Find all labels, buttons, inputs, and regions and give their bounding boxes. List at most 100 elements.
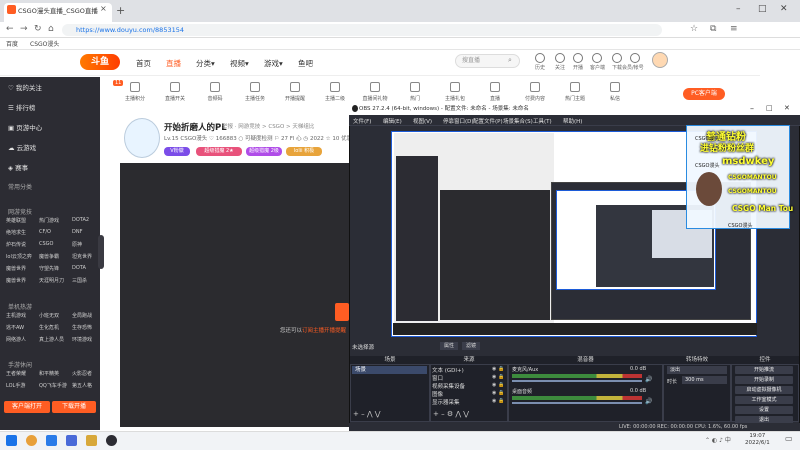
download-stream-button[interactable]: 下载开播: [52, 401, 96, 413]
star-icon[interactable]: ☆: [690, 24, 698, 34]
obs-menu-item[interactable]: 工具(T): [533, 117, 552, 125]
open-client-button[interactable]: 客户端打开: [4, 401, 50, 413]
transition-select[interactable]: 淡出: [667, 366, 727, 374]
maximize-button[interactable]: □: [758, 4, 767, 14]
sidebar-game-link[interactable]: 绝地求生: [6, 229, 26, 236]
mixer-desktop-speaker-icon[interactable]: 🔊: [645, 398, 652, 405]
obs-maximize-button[interactable]: □: [766, 104, 773, 112]
source-item[interactable]: 文本 (GDI+): [432, 366, 464, 374]
sidebar-game-link[interactable]: 王者荣耀: [6, 370, 26, 377]
system-tray[interactable]: ⌃ ◐ ♪ 中: [705, 435, 731, 444]
mixer-mic-speaker-icon[interactable]: 🔊: [645, 376, 652, 383]
douyu-logo[interactable]: 斗鱼: [80, 54, 120, 70]
properties-button[interactable]: 属性: [440, 342, 458, 350]
nav-video[interactable]: 视频▾: [230, 58, 249, 69]
level-badge-2[interactable]: 超级猎魔 2级: [246, 147, 282, 156]
source-add-icon[interactable]: + – ⚙ ⋀ ⋁: [433, 410, 469, 418]
back-arrow-icon[interactable]: ←: [6, 24, 14, 34]
sidebar-game-link[interactable]: DOTA: [72, 265, 86, 271]
defender-icon[interactable]: [66, 435, 77, 446]
sidebar-item-cloudgame[interactable]: ☁ 云游戏: [8, 142, 36, 152]
follow-icon[interactable]: [555, 53, 565, 63]
obs-control-button[interactable]: 启动虚拟摄像机: [735, 386, 793, 394]
user-avatar[interactable]: [652, 52, 668, 68]
clock[interactable]: 19:07 2022/6/1: [745, 433, 770, 447]
sidebar-game-link[interactable]: 和平精英: [39, 370, 59, 377]
source-visibility-icon[interactable]: ◉ 🔒: [492, 398, 504, 404]
tab-close-icon[interactable]: ×: [100, 4, 107, 13]
sidebar-game-link[interactable]: CSGO: [39, 241, 53, 247]
room-category-meta[interactable]: 举报 · 网游竞技 > CSGO > 天梯组比: [222, 122, 314, 130]
sidebar-game-link[interactable]: 三国杀: [72, 277, 87, 284]
sidebar-game-link[interactable]: 魔兽争霸: [39, 253, 59, 260]
sidebar-game-link[interactable]: 火影忍者: [72, 370, 92, 377]
sidebar-game-link[interactable]: 第五人格: [72, 382, 92, 389]
sidebar-game-link[interactable]: 真上游人员: [39, 336, 64, 343]
close-window-button[interactable]: ✕: [780, 4, 788, 14]
sidebar-game-link[interactable]: 主机游戏: [6, 312, 26, 319]
obs-control-button[interactable]: 开始录制: [735, 376, 793, 384]
source-visibility-icon[interactable]: ◉ 🔒: [492, 390, 504, 396]
sidebar-collapse-handle[interactable]: [98, 235, 104, 269]
obs-menu-item[interactable]: 帮助(H): [563, 117, 582, 125]
level-badge-3[interactable]: lolii 积极: [286, 147, 322, 156]
obs-control-button[interactable]: 设置: [735, 406, 793, 414]
game-icon[interactable]: [86, 435, 97, 446]
fan-badge[interactable]: V粉徽: [164, 147, 190, 156]
video-player[interactable]: [120, 163, 350, 427]
minimize-button[interactable]: –: [736, 4, 741, 14]
mixer-mic-fader[interactable]: [512, 380, 642, 382]
mixer-desktop-fader[interactable]: [512, 402, 642, 404]
sidebar-game-link[interactable]: 魔兽世界: [6, 265, 26, 272]
download-icon[interactable]: [612, 53, 622, 63]
sidebar-item-webgame[interactable]: ▣ 页游中心: [8, 122, 42, 132]
url-input[interactable]: https://www.douyu.com/8853154: [62, 24, 662, 36]
edge-icon[interactable]: [46, 435, 57, 446]
sidebar-game-link[interactable]: 英雄联盟: [6, 217, 26, 224]
sidebar-game-link[interactable]: 天涯明月刀: [39, 277, 64, 284]
client-icon[interactable]: [592, 53, 602, 63]
new-tab-button[interactable]: +: [116, 4, 125, 17]
forward-arrow-icon[interactable]: →: [20, 24, 28, 34]
obs-minimize-button[interactable]: –: [750, 104, 754, 113]
source-visibility-icon[interactable]: ◉ 🔒: [492, 382, 504, 388]
sidebar-game-link[interactable]: 小班无双: [39, 312, 59, 319]
subscribe-button[interactable]: [335, 303, 349, 321]
sidebar-game-link[interactable]: 坦克世界: [72, 253, 92, 260]
category-item[interactable]: 私信: [590, 82, 640, 102]
sidebar-item-events[interactable]: ◈ 赛事: [8, 162, 28, 172]
nav-category[interactable]: 分类▾: [196, 58, 215, 69]
sidebar-game-link[interactable]: 守望先锋: [39, 265, 59, 272]
sidebar-game-link[interactable]: 魔兽世界: [6, 277, 26, 284]
obs-menu-item[interactable]: 编辑(E): [383, 117, 402, 125]
sidebar-game-link[interactable]: QQ飞车手游: [39, 382, 67, 389]
obs-taskbar-icon[interactable]: [106, 435, 117, 446]
bookmark-baidu[interactable]: 百度: [6, 39, 18, 48]
scene-add-icon[interactable]: + – ⋀ ⋁: [353, 410, 381, 418]
sidebar-game-link[interactable]: DNF: [72, 229, 82, 235]
sidebar-game-link[interactable]: CF/O: [39, 229, 51, 235]
sidebar-game-link[interactable]: 逃不AW: [6, 324, 24, 331]
obs-menu-item[interactable]: 停靠窗口(D): [443, 117, 474, 125]
source-item[interactable]: 视频采集设备: [432, 382, 465, 390]
source-item[interactable]: 窗口: [432, 374, 443, 382]
nav-home[interactable]: 首页: [136, 58, 151, 69]
source-item[interactable]: 图像: [432, 390, 443, 398]
sidebar-game-link[interactable]: 生存恐怖: [72, 324, 92, 331]
sidebar-game-link[interactable]: 原神: [72, 241, 82, 248]
obs-control-button[interactable]: 开始推流: [735, 366, 793, 374]
obs-control-button[interactable]: 工作室模式: [735, 396, 793, 404]
obs-menu-item[interactable]: 视图(V): [413, 117, 432, 125]
sidebar-item-following[interactable]: ♡ 我的关注: [8, 82, 42, 92]
nav-fishbar[interactable]: 鱼吧: [298, 58, 313, 69]
duration-input[interactable]: 300 ms: [682, 376, 727, 384]
obs-menu-item[interactable]: 场景集合(S): [503, 117, 533, 125]
menu-icon[interactable]: ≡: [730, 24, 738, 34]
history-icon[interactable]: [535, 53, 545, 63]
scene-item[interactable]: 场景: [352, 366, 427, 374]
streamer-avatar[interactable]: [124, 118, 160, 158]
obs-menu-item[interactable]: 配置文件(P): [473, 117, 503, 125]
pc-client-button[interactable]: PC客户端: [683, 88, 725, 100]
level-badge-1[interactable]: 超级猎魔 2★: [196, 147, 242, 156]
account-icon[interactable]: [630, 53, 640, 63]
